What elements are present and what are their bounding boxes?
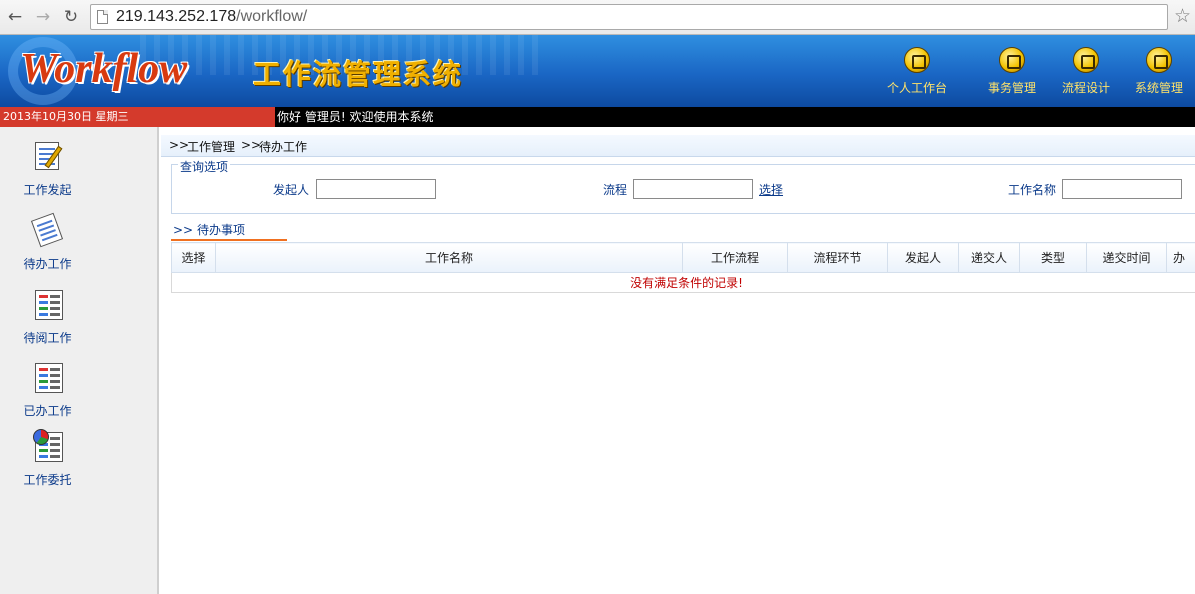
column-header[interactable]: 办: [1166, 242, 1195, 273]
column-header[interactable]: 发起人: [887, 242, 959, 273]
sidebar-item-done[interactable]: 已办工作: [0, 360, 95, 419]
column-header[interactable]: 流程环节: [787, 242, 888, 273]
main-content: >> 工作管理 >> 待办工作 查询选项 发起人 流程 选择 工作名称 >> 待…: [161, 127, 1195, 594]
table-row: 没有满足条件的记录!: [171, 272, 1195, 293]
sidebar-item-label: 工作发起: [23, 183, 72, 197]
breadcrumb-level1[interactable]: 工作管理: [187, 138, 235, 155]
todo-table: 选择 工作名称 工作流程 流程环节 发起人 递交人 类型 递交时间 办 没有满足…: [171, 242, 1195, 293]
sidebar-item-start-work[interactable]: 工作发起: [0, 139, 95, 198]
flow-input[interactable]: [633, 179, 753, 199]
column-header[interactable]: 工作名称: [215, 242, 683, 273]
to-read-icon: [31, 287, 65, 321]
column-header[interactable]: 递交人: [958, 242, 1020, 273]
nav-affairs[interactable]: 事务管理: [977, 47, 1047, 96]
sidebar-item-delegate[interactable]: 工作委托: [0, 429, 95, 488]
flow-design-icon: [1073, 47, 1099, 73]
app-header: Workflow 工作流管理系统 个人工作台 事务管理 流程设计 系统管理: [0, 35, 1195, 107]
todo-work-icon: [30, 212, 65, 248]
column-header[interactable]: 工作流程: [682, 242, 788, 273]
forward-icon[interactable]: →: [32, 6, 54, 28]
status-strip: 2013年10月30日 星期三 你好 管理员! 欢迎使用本系统: [0, 107, 1195, 127]
nav-workbench[interactable]: 个人工作台: [882, 47, 952, 96]
sidebar: 工作发起 待办工作 待阅工作 已办工作 工作委托: [0, 127, 159, 594]
address-bar[interactable]: 219.143.252.178/workflow/: [90, 4, 1168, 30]
work-name-label: 工作名称: [1008, 183, 1057, 197]
start-work-icon: [31, 139, 65, 173]
nav-system[interactable]: 系统管理: [1124, 47, 1194, 96]
initiator-label: 发起人: [273, 183, 310, 197]
back-icon[interactable]: ←: [4, 6, 26, 28]
sidebar-item-label: 待阅工作: [23, 331, 72, 345]
system-settings-icon: [1146, 47, 1172, 73]
nav-flow-design[interactable]: 流程设计: [1051, 47, 1121, 96]
query-legend: 查询选项: [178, 158, 231, 175]
breadcrumb: >> 工作管理 >> 待办工作: [161, 135, 1195, 157]
initiator-input[interactable]: [316, 179, 436, 199]
workbench-icon: [904, 47, 930, 73]
delegate-icon: [31, 429, 65, 463]
empty-message: 没有满足条件的记录!: [171, 272, 1195, 293]
query-panel: 查询选项 发起人 流程 选择 工作名称: [171, 158, 1195, 214]
url-text: 219.143.252.178/workflow/: [116, 8, 308, 25]
flow-select-link[interactable]: 选择: [759, 181, 783, 198]
table-header-row: 选择 工作名称 工作流程 流程环节 发起人 递交人 类型 递交时间 办: [171, 242, 1195, 273]
sidebar-item-label: 待办工作: [23, 257, 72, 271]
breadcrumb-level2: 待办工作: [259, 140, 308, 154]
column-header[interactable]: 选择: [171, 242, 216, 273]
flow-label: 流程: [603, 183, 628, 197]
page-icon: [97, 10, 108, 24]
todo-section-title: >> 待办事项: [173, 223, 245, 237]
column-header[interactable]: 递交时间: [1086, 242, 1167, 273]
browser-toolbar: ← → ↻ 219.143.252.178/workflow/ ☆: [0, 0, 1195, 35]
current-date: 2013年10月30日 星期三: [0, 107, 275, 127]
sidebar-item-label: 工作委托: [23, 473, 72, 487]
sidebar-item-todo[interactable]: 待办工作: [0, 212, 95, 272]
todo-section-tab[interactable]: >> 待办事项: [171, 219, 287, 241]
welcome-message: 你好 管理员! 欢迎使用本系统: [277, 110, 434, 124]
bookmark-star-icon[interactable]: ☆: [1174, 5, 1191, 27]
column-header[interactable]: 类型: [1019, 242, 1087, 273]
sidebar-item-label: 已办工作: [23, 404, 72, 418]
affairs-icon: [999, 47, 1025, 73]
done-work-icon: [31, 360, 65, 394]
sidebar-item-to-read[interactable]: 待阅工作: [0, 287, 95, 346]
app-title: 工作流管理系统: [253, 58, 464, 91]
work-name-input[interactable]: [1062, 179, 1182, 199]
reload-icon[interactable]: ↻: [60, 6, 82, 28]
logo-text: Workflow: [20, 46, 188, 92]
